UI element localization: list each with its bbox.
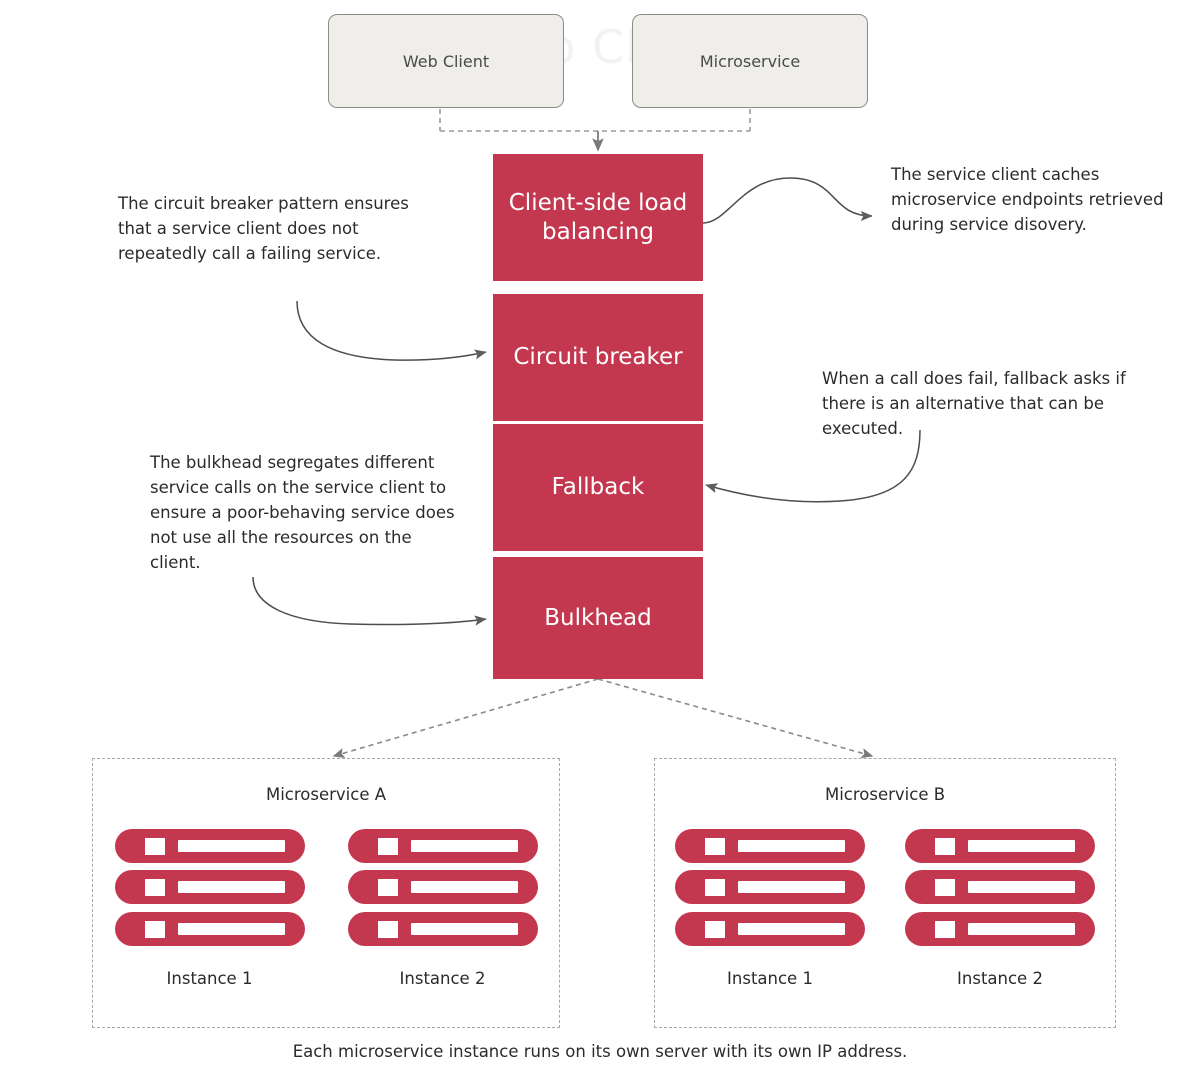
microservice-group-title: Microservice A (265, 785, 387, 804)
instances-row: Instance 1 Instance 2 (93, 829, 559, 988)
client-box-label: Web Client (402, 51, 490, 71)
bulkhead-fanout-connector (332, 678, 874, 759)
pattern-box-label: Circuit breaker (513, 344, 683, 371)
pattern-box-client-side-load-balancing[interactable]: Client-side load balancing (493, 154, 703, 281)
microservice-group-b: Microservice B Instance 1 Instance 2 (654, 758, 1116, 1028)
diagram-caption: Each microservice instance runs on its o… (292, 1042, 908, 1061)
pattern-box-circuit-breaker[interactable]: Circuit breaker (493, 294, 703, 421)
client-bus-connector (439, 109, 751, 152)
instance-card[interactable]: Instance 2 (905, 829, 1095, 988)
pattern-box-label: Bulkhead (544, 604, 652, 631)
instance-label: Instance 2 (957, 969, 1043, 988)
annotation-fallback: When a call does fail, fallback asks if … (822, 369, 1126, 439)
instance-label: Instance 2 (399, 969, 486, 988)
pattern-box-label: Fallback (551, 474, 645, 501)
instances-row: Instance 1 Instance 2 (655, 829, 1115, 988)
pattern-box-label: Client-side load balancing (508, 189, 688, 245)
server-stack-icon (675, 829, 865, 946)
client-box-microservice[interactable]: Microservice (632, 14, 868, 108)
server-stack-icon (347, 829, 538, 946)
pattern-box-fallback[interactable]: Fallback (493, 424, 703, 551)
client-box-web-client[interactable]: Web Client (328, 14, 564, 108)
instance-label: Instance 1 (727, 969, 813, 988)
annotation-bulkhead: The bulkhead segregates different servic… (150, 453, 455, 573)
diagram-canvas: o Cli Web Client Microservice Client-sid… (0, 0, 1200, 1086)
instance-card[interactable]: Instance 1 (114, 829, 305, 988)
pattern-box-bulkhead[interactable]: Bulkhead (493, 557, 703, 679)
client-box-label: Microservice (699, 51, 801, 71)
bh-annotation-arrow (252, 576, 487, 626)
microservice-group-a: Microservice A Instance 1 Instance 2 (92, 758, 560, 1028)
instance-label: Instance 1 (166, 969, 253, 988)
server-stack-icon (905, 829, 1095, 946)
instance-card[interactable]: Instance 1 (675, 829, 865, 988)
annotation-load-balancing: The service client caches microservice e… (891, 165, 1164, 235)
annotation-circuit-breaker: The circuit breaker pattern ensures that… (118, 194, 409, 264)
server-stack-icon (114, 829, 305, 946)
lb-annotation-arrow (702, 177, 873, 224)
cb-annotation-arrow (296, 300, 487, 361)
instance-card[interactable]: Instance 2 (347, 829, 538, 988)
microservice-group-title: Microservice B (824, 785, 946, 804)
